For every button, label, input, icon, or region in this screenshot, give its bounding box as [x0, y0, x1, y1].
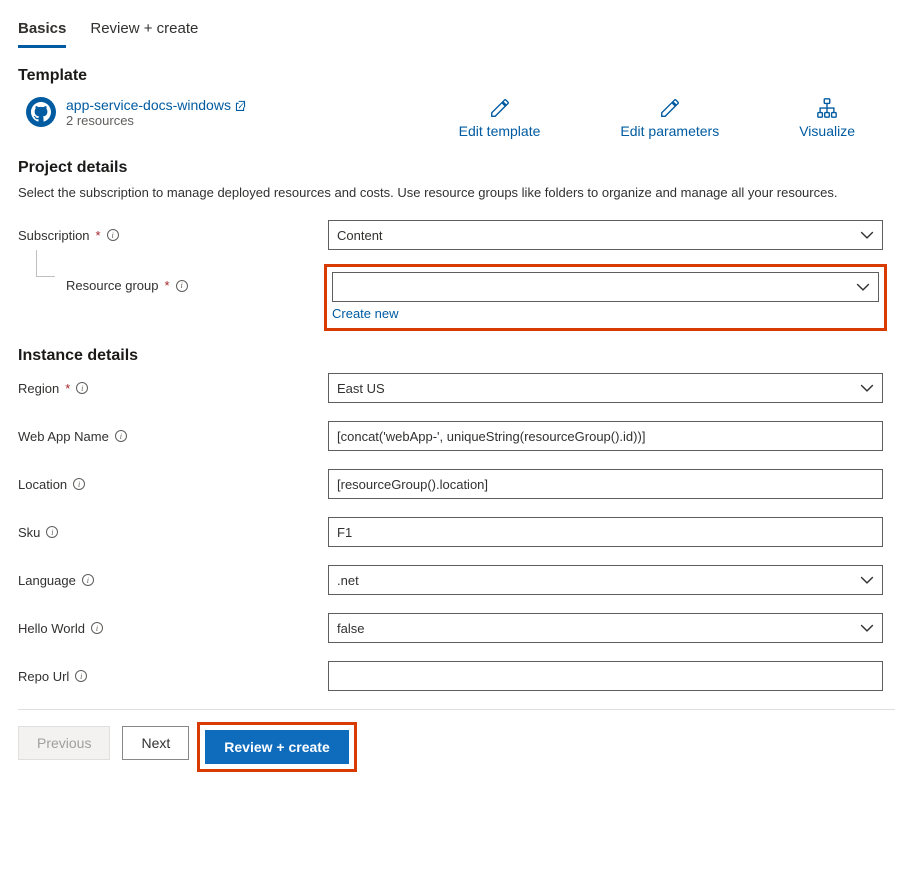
instance-details-header: Instance details [18, 347, 895, 365]
language-label: Language [18, 573, 76, 588]
info-icon[interactable]: i [115, 430, 127, 442]
edit-template-button[interactable]: Edit template [459, 97, 541, 139]
region-select[interactable]: East US [328, 373, 883, 403]
resource-group-select[interactable] [332, 272, 879, 302]
tab-basics[interactable]: Basics [18, 18, 66, 48]
webapp-name-label: Web App Name [18, 429, 109, 444]
external-link-icon [235, 100, 246, 111]
info-icon[interactable]: i [176, 280, 188, 292]
create-new-link[interactable]: Create new [332, 306, 398, 321]
info-icon[interactable]: i [82, 574, 94, 586]
template-row: app-service-docs-windows 2 resources Edi… [18, 97, 895, 139]
tabs-bar: Basics Review + create [18, 18, 895, 49]
hierarchy-icon [816, 97, 838, 119]
tab-review-create[interactable]: Review + create [90, 18, 198, 48]
resource-group-label: Resource group [66, 278, 159, 293]
required-mark: * [165, 278, 170, 293]
location-label: Location [18, 477, 67, 492]
edit-template-label: Edit template [459, 123, 541, 139]
visualize-button[interactable]: Visualize [799, 97, 855, 139]
edit-icon [489, 97, 511, 119]
review-create-button[interactable]: Review + create [205, 730, 348, 764]
region-label: Region [18, 381, 59, 396]
template-resource-count: 2 resources [66, 113, 246, 128]
repo-url-label: Repo Url [18, 669, 69, 684]
sku-label: Sku [18, 525, 40, 540]
info-icon[interactable]: i [73, 478, 85, 490]
footer-bar: Previous Next Review + create [18, 709, 895, 768]
sku-input[interactable] [328, 517, 883, 547]
subscription-select[interactable]: Content [328, 220, 883, 250]
visualize-label: Visualize [799, 123, 855, 139]
info-icon[interactable]: i [107, 229, 119, 241]
info-icon[interactable]: i [75, 670, 87, 682]
language-select[interactable]: .net [328, 565, 883, 595]
repo-url-input[interactable] [328, 661, 883, 691]
edit-icon [659, 97, 681, 119]
hello-world-label: Hello World [18, 621, 85, 636]
required-mark: * [65, 381, 70, 396]
edit-parameters-label: Edit parameters [620, 123, 719, 139]
previous-button: Previous [18, 726, 110, 760]
required-mark: * [96, 228, 101, 243]
template-header: Template [18, 67, 895, 85]
info-icon[interactable]: i [91, 622, 103, 634]
project-details-header: Project details [18, 159, 895, 177]
github-icon [26, 97, 56, 127]
info-icon[interactable]: i [46, 526, 58, 538]
webapp-name-input[interactable] [328, 421, 883, 451]
hello-world-select[interactable]: false [328, 613, 883, 643]
subscription-label: Subscription [18, 228, 90, 243]
location-input[interactable] [328, 469, 883, 499]
resource-group-highlight: Create new [328, 268, 883, 327]
project-details-description: Select the subscription to manage deploy… [18, 185, 838, 200]
next-button[interactable]: Next [122, 726, 189, 760]
template-link-text: app-service-docs-windows [66, 97, 231, 113]
review-create-highlight: Review + create [201, 726, 352, 768]
info-icon[interactable]: i [76, 382, 88, 394]
edit-parameters-button[interactable]: Edit parameters [620, 97, 719, 139]
template-link[interactable]: app-service-docs-windows [66, 97, 246, 113]
